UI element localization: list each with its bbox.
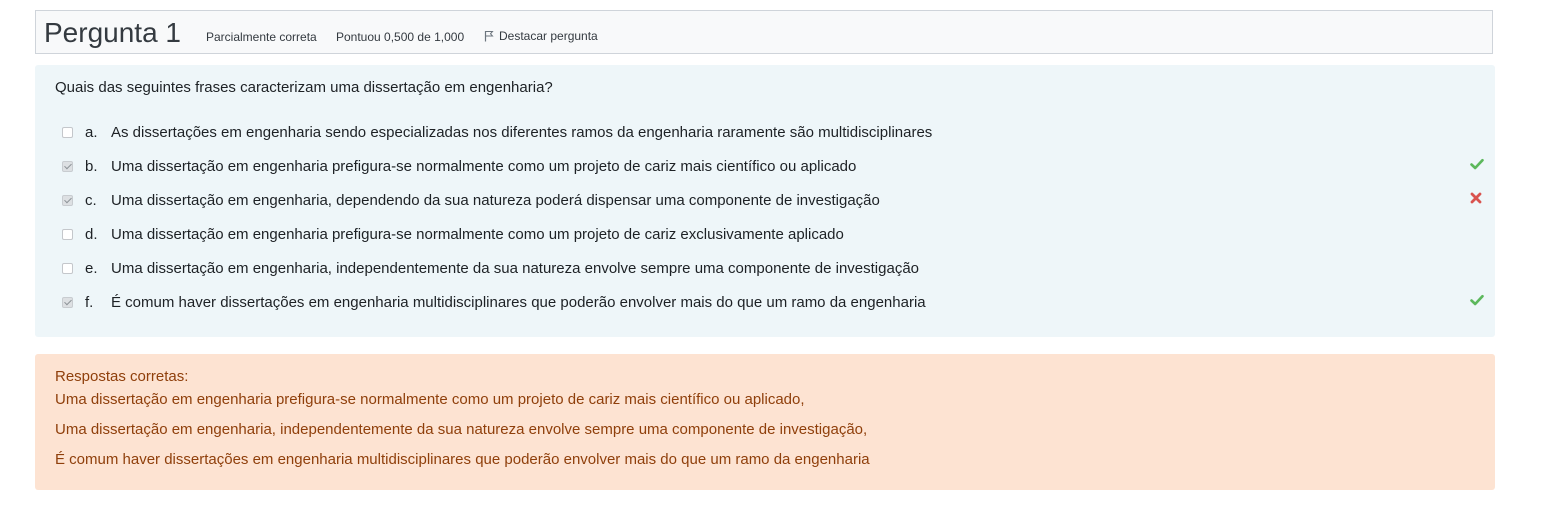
answer-option-f: f. É comum haver dissertações em engenha…	[62, 294, 1484, 314]
answer-option-d: d. Uma dissertação em engenharia prefigu…	[62, 226, 1472, 246]
answer-letter: d.	[85, 226, 98, 243]
question-formulation: Quais das seguintes frases caracterizam …	[35, 65, 1495, 337]
answer-text: Uma dissertação em engenharia prefigura-…	[111, 158, 857, 175]
question-grade: Pontuou 0,500 de 1,000	[336, 30, 465, 44]
answer-checkbox[interactable]	[62, 195, 73, 206]
answer-text: As dissertações em engenharia sendo espe…	[111, 124, 933, 141]
correct-answers-label: Respostas corretas:	[55, 368, 189, 385]
flag-icon	[484, 31, 494, 42]
correct-answer-item: Uma dissertação em engenharia, independe…	[55, 421, 868, 438]
answer-letter: f.	[85, 294, 94, 311]
answer-option-a: a. As dissertações em engenharia sendo e…	[62, 124, 1472, 144]
answer-option-e: e. Uma dissertação em engenharia, indepe…	[62, 260, 1472, 280]
question-text: Quais das seguintes frases caracterizam …	[55, 79, 553, 96]
answer-option-c: c. Uma dissertação em engenharia, depend…	[62, 192, 1482, 212]
answer-checkbox[interactable]	[62, 297, 73, 308]
answer-checkbox[interactable]	[62, 161, 73, 172]
question-info-header: Pergunta 1 Parcialmente correta Pontuou …	[35, 10, 1493, 54]
answer-checkbox[interactable]	[62, 263, 73, 274]
answer-text: Uma dissertação em engenharia prefigura-…	[111, 226, 844, 243]
answer-checkbox[interactable]	[62, 127, 73, 138]
answer-letter: b.	[85, 158, 98, 175]
correct-answer-item: Uma dissertação em engenharia prefigura-…	[55, 391, 805, 408]
cross-icon	[1470, 192, 1482, 204]
answer-letter: c.	[85, 192, 97, 209]
answer-checkbox[interactable]	[62, 229, 73, 240]
answer-text: É comum haver dissertações em engenharia…	[111, 294, 926, 311]
flag-question-link[interactable]: Destacar pergunta	[484, 29, 598, 43]
question-state: Parcialmente correta	[206, 30, 317, 44]
answer-text: Uma dissertação em engenharia, dependend…	[111, 192, 880, 209]
answer-letter: a.	[85, 124, 98, 141]
check-icon	[1470, 158, 1484, 170]
correct-answer-item: É comum haver dissertações em engenharia…	[55, 451, 870, 468]
flag-question-label: Destacar pergunta	[499, 29, 598, 43]
answer-text: Uma dissertação em engenharia, independe…	[111, 260, 920, 277]
correct-answers-feedback: Respostas corretas: Uma dissertação em e…	[35, 354, 1495, 490]
check-icon	[1470, 294, 1484, 306]
answer-letter: e.	[85, 260, 98, 277]
answer-option-b: b. Uma dissertação em engenharia prefigu…	[62, 158, 1484, 178]
question-title: Pergunta 1	[44, 17, 181, 48]
